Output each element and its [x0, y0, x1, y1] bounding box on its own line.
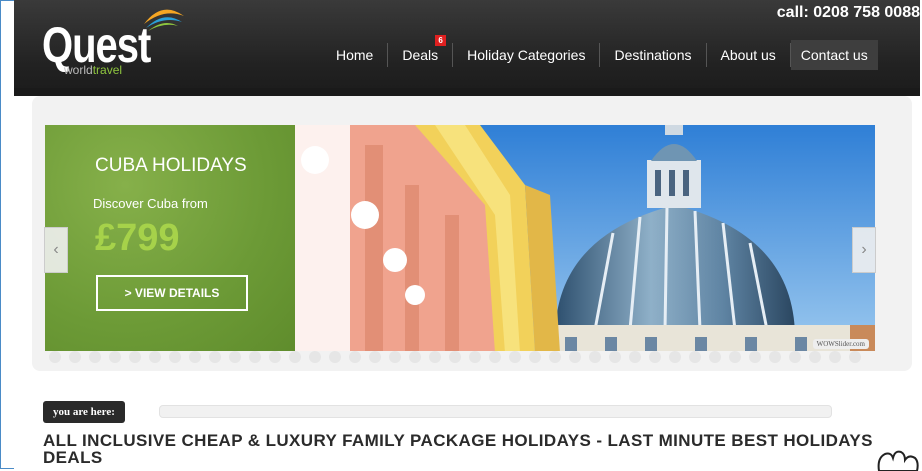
slide-caption-panel: CUBA HOLIDAYS Discover Cuba from £799 > … — [45, 125, 295, 353]
slider-scalloped-edge — [45, 351, 875, 363]
deals-count-badge: 6 — [435, 35, 447, 46]
page-headline: ALL INCLUSIVE CHEAP & LUXURY FAMILY PACK… — [43, 431, 873, 467]
nav-deals-label: Deals — [402, 47, 439, 63]
slider-prev-button[interactable]: ‹ — [44, 227, 68, 273]
site-header: Quest worldtravel call: 0208 758 0088 Ho… — [14, 0, 920, 92]
chevron-left-icon: ‹ — [53, 241, 59, 258]
hero-slider: CUBA HOLIDAYS Discover Cuba from £799 > … — [45, 125, 875, 353]
nav-destinations[interactable]: Destinations — [600, 40, 705, 70]
view-details-button[interactable]: > VIEW DETAILS — [96, 275, 248, 311]
nav-contact-us[interactable]: Contact us — [790, 40, 878, 70]
main-nav: Home Deals 6 Holiday Categories Destinat… — [322, 35, 878, 70]
nav-holiday-categories[interactable]: Holiday Categories — [453, 40, 599, 70]
header-shadow-bar — [14, 88, 920, 96]
logo-tagline-travel: travel — [92, 63, 123, 77]
nav-deals[interactable]: Deals 6 — [388, 35, 452, 70]
breadcrumb-label: you are here: — [43, 401, 125, 423]
breadcrumb-trail — [159, 405, 832, 418]
slide-title: CUBA HOLIDAYS — [95, 155, 247, 176]
chevron-right-icon: › — [861, 241, 867, 258]
phone-number: call: 0208 758 0088 — [776, 4, 920, 21]
slide-price: £799 — [95, 217, 180, 259]
logo-tagline-world: world — [64, 63, 93, 77]
nav-home[interactable]: Home — [322, 40, 387, 70]
hand-cursor-icon — [877, 450, 919, 471]
cuba-capitol-photo — [295, 125, 875, 353]
site-logo[interactable]: Quest worldtravel — [38, 9, 184, 78]
slider-next-button[interactable]: › — [852, 227, 876, 273]
slide-discover-text: Discover Cuba from — [93, 196, 208, 211]
logo-tagline: worldtravel — [64, 63, 122, 77]
slider-watermark: WOWSlider.com — [812, 339, 869, 349]
nav-about-us[interactable]: About us — [707, 40, 790, 70]
